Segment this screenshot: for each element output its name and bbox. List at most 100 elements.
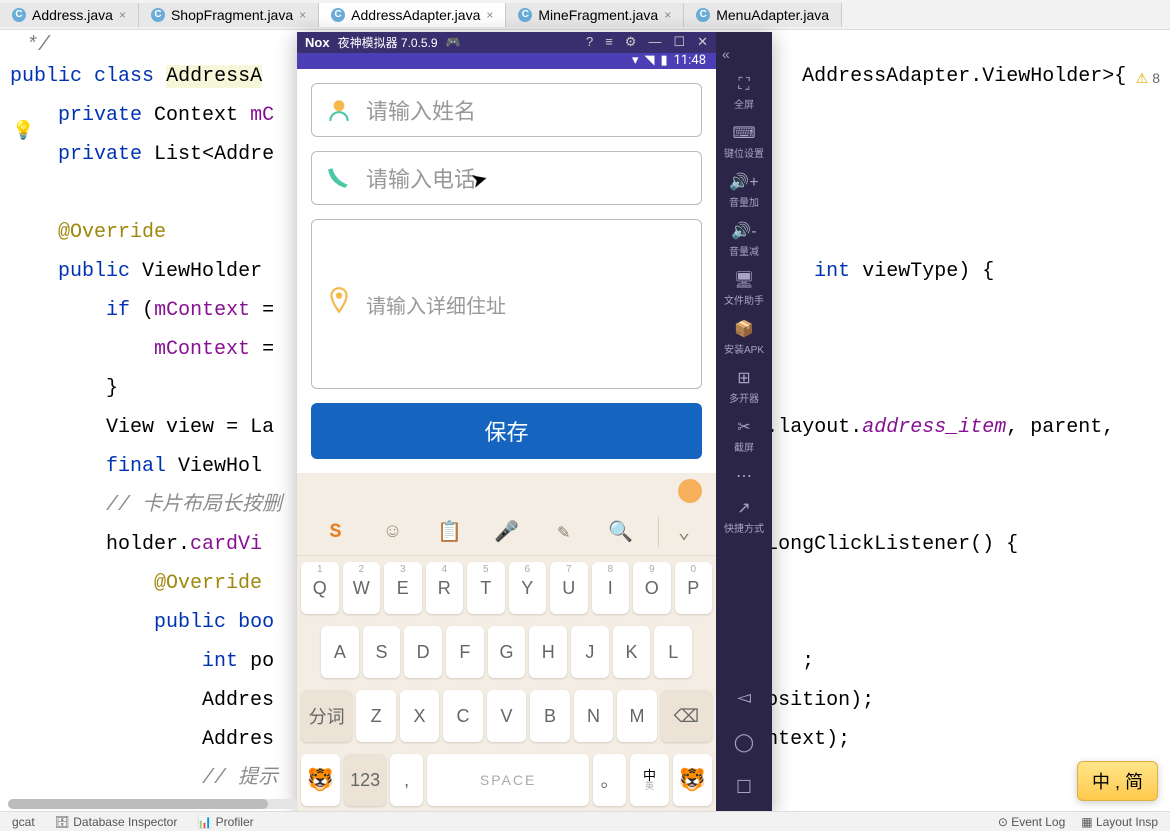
key-o[interactable]: 9O [633, 562, 671, 614]
key-d[interactable]: D [404, 626, 442, 678]
search-icon[interactable]: 🔍 [601, 517, 641, 547]
close-icon[interactable]: × [664, 8, 671, 22]
close-icon[interactable]: ✕ [697, 34, 708, 50]
key-p[interactable]: 0P [675, 562, 713, 614]
android-app-form: 请输入姓名 请输入电话 请输入详细住址 保存 [297, 69, 716, 473]
event-log-tab[interactable]: ⊙ Event Log [998, 815, 1065, 829]
sogou-logo-icon[interactable]: S [316, 517, 356, 547]
key-language[interactable]: 中英 [630, 754, 669, 806]
key-i[interactable]: 8I [592, 562, 630, 614]
help-icon[interactable]: ? [586, 34, 593, 50]
key-h[interactable]: H [529, 626, 567, 678]
sidebar-item[interactable]: 📦安装APK [724, 313, 764, 362]
close-icon[interactable]: × [299, 8, 306, 22]
sidebar-label: 快捷方式 [724, 520, 764, 535]
horizontal-scrollbar[interactable] [8, 799, 298, 809]
sidebar-item[interactable]: 🔊-音量减 [724, 215, 764, 264]
key-x[interactable]: X [400, 690, 439, 742]
emoji-avatar-icon[interactable] [678, 479, 702, 503]
key-r[interactable]: 4R [426, 562, 464, 614]
key-l[interactable]: L [654, 626, 692, 678]
key-f[interactable]: F [446, 626, 484, 678]
profiler-tab[interactable]: 📊 Profiler [197, 815, 253, 829]
key-v[interactable]: V [487, 690, 526, 742]
save-button[interactable]: 保存 [311, 403, 702, 459]
location-icon [326, 286, 352, 316]
key-emoji-left[interactable]: 🐯 [301, 754, 340, 806]
key-n[interactable]: N [574, 690, 613, 742]
emulator-title: 夜神模拟器 7.0.5.9 [338, 34, 438, 51]
sidebar-item[interactable]: 🔊+音量加 [724, 166, 764, 215]
emulator-titlebar[interactable]: Nox 夜神模拟器 7.0.5.9 🎮 ? ≡ ⚙ — ☐ ✕ [297, 32, 716, 53]
gear-icon[interactable]: ⚙ [625, 34, 637, 50]
sidebar-icon: 🔊+ [729, 172, 758, 192]
chevron-down-icon[interactable]: ⌄ [658, 517, 698, 547]
placeholder-text: 请输入详细住址 [366, 290, 506, 319]
sidebar-label: 文件助手 [724, 292, 764, 307]
minimize-icon[interactable]: — [648, 34, 661, 50]
warning-badge[interactable]: 8 [1136, 70, 1160, 87]
collapse-icon[interactable]: « [716, 40, 736, 68]
sidebar-item[interactable]: ⌨键位设置 [724, 117, 764, 166]
tab-menu-adapter[interactable]: CMenuAdapter.java [684, 3, 842, 27]
handwriting-icon[interactable]: ✎ [544, 517, 584, 547]
menu-icon[interactable]: ≡ [605, 34, 613, 50]
layout-inspector-tab[interactable]: ▦ Layout Insp [1081, 815, 1158, 829]
key-m[interactable]: M [617, 690, 656, 742]
key-space[interactable]: SPACE [427, 754, 590, 806]
key-123[interactable]: 123 [344, 754, 386, 806]
sidebar-item[interactable]: ⊞多开器 [724, 362, 764, 411]
gamepad-icon[interactable]: 🎮 [446, 35, 461, 49]
tab-label: AddressAdapter.java [351, 7, 480, 23]
tab-mine-fragment[interactable]: CMineFragment.java× [506, 3, 684, 27]
close-icon[interactable]: × [486, 8, 493, 22]
mic-icon[interactable]: 🎤 [487, 517, 527, 547]
key-w[interactable]: 2W [343, 562, 381, 614]
sidebar-label: 全屏 [734, 96, 754, 111]
key-b[interactable]: B [530, 690, 569, 742]
address-field[interactable]: 请输入详细住址 [311, 219, 702, 389]
maximize-icon[interactable]: ☐ [673, 34, 685, 50]
key-c[interactable]: C [443, 690, 482, 742]
key-period[interactable]: 。 [593, 754, 626, 806]
key-分词[interactable]: 分词 [301, 690, 352, 742]
android-statusbar: ▾ ◥ ▮ 11:48 [297, 53, 716, 69]
android-home-icon[interactable]: ◯ [734, 732, 754, 753]
name-field[interactable]: 请输入姓名 [311, 83, 702, 137]
sidebar-item[interactable]: ↗快捷方式 [724, 492, 764, 541]
key-emoji-right[interactable]: 🐯 [673, 754, 712, 806]
sidebar-item[interactable]: 🖥文件助手 [724, 264, 764, 313]
sidebar-item[interactable]: ✂截屏 [724, 411, 764, 460]
system-ime-badge[interactable]: 中 , 简 [1077, 761, 1158, 801]
logcat-tab[interactable]: gcat [12, 815, 35, 829]
phone-field[interactable]: 请输入电话 [311, 151, 702, 205]
tab-label: Address.java [32, 7, 113, 23]
key-comma[interactable]: , [390, 754, 423, 806]
tab-shop-fragment[interactable]: CShopFragment.java× [139, 3, 319, 27]
intention-bulb-icon[interactable]: 💡 [12, 120, 34, 142]
key-s[interactable]: S [363, 626, 401, 678]
android-back-icon[interactable]: ◅ [737, 687, 751, 708]
key-z[interactable]: Z [356, 690, 395, 742]
sidebar-item[interactable]: ⛶全屏 [724, 70, 764, 117]
tab-address[interactable]: CAddress.java× [0, 3, 139, 27]
key-g[interactable]: G [488, 626, 526, 678]
tab-address-adapter[interactable]: CAddressAdapter.java× [319, 3, 506, 27]
key-t[interactable]: 5T [467, 562, 505, 614]
key-a[interactable]: A [321, 626, 359, 678]
android-emulator-window: Nox 夜神模拟器 7.0.5.9 🎮 ? ≡ ⚙ — ☐ ✕ ▾ ◥ ▮ 11… [297, 32, 772, 812]
android-keyboard: S ☺ 📋 🎤 ✎ 🔍 ⌄ 1Q2W3E4R5T6Y7U8I9O0P ASDFG… [297, 473, 716, 812]
key-j[interactable]: J [571, 626, 609, 678]
close-icon[interactable]: × [119, 8, 126, 22]
sidebar-item[interactable]: ⋯ [724, 460, 764, 492]
clipboard-icon[interactable]: 📋 [430, 517, 470, 547]
emoji-icon[interactable]: ☺ [373, 517, 413, 547]
key-y[interactable]: 6Y [509, 562, 547, 614]
key-⌫[interactable]: ⌫ [661, 690, 712, 742]
key-k[interactable]: K [613, 626, 651, 678]
android-recents-icon[interactable]: ☐ [736, 777, 752, 798]
key-u[interactable]: 7U [550, 562, 588, 614]
key-q[interactable]: 1Q [301, 562, 339, 614]
key-e[interactable]: 3E [384, 562, 422, 614]
database-inspector-tab[interactable]: 🗄 Database Inspector [55, 815, 178, 829]
